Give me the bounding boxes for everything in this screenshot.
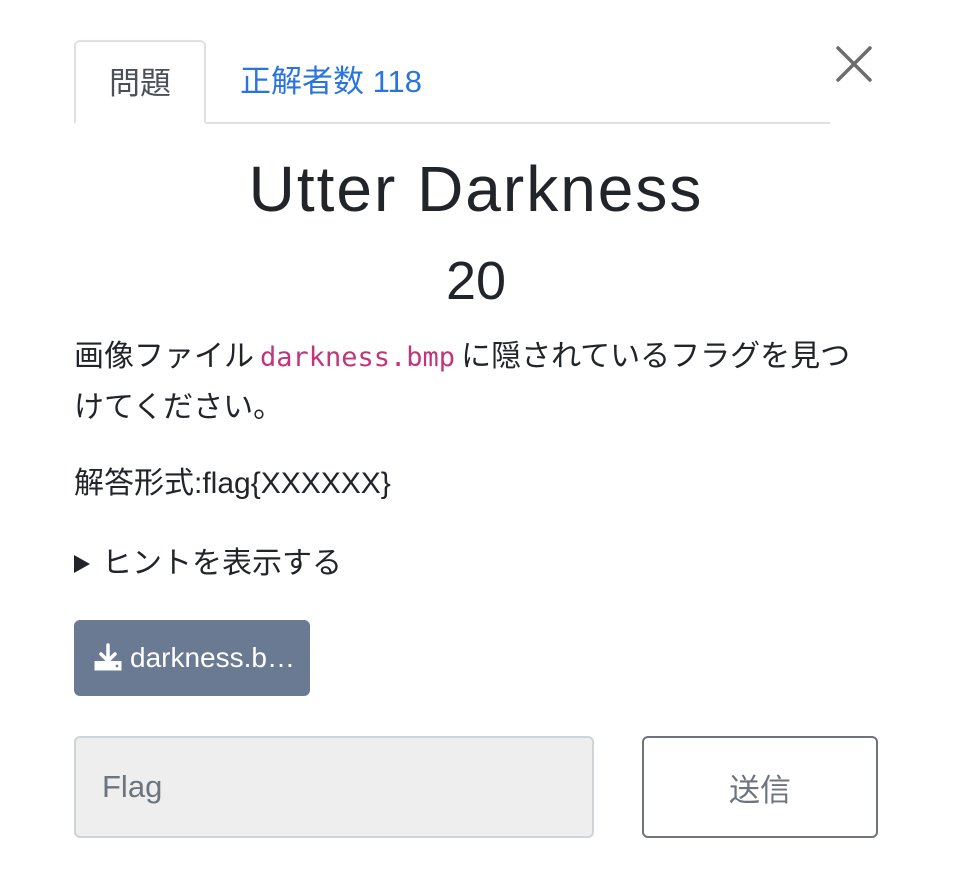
tab-challenge[interactable]: 問題 <box>74 40 206 124</box>
hint-label: ヒントを表示する <box>102 547 342 580</box>
download-file-button[interactable]: darkness.b… <box>74 620 310 696</box>
challenge-title: Utter Darkness <box>248 153 704 225</box>
tab-bar: 問題 正解者数 118 <box>74 40 830 124</box>
close-icon <box>836 46 872 82</box>
tab-solves[interactable]: 正解者数 118 <box>206 40 456 124</box>
hint-toggle[interactable]: ヒントを表示する <box>74 542 342 586</box>
description-filename: darkness.bmp <box>260 342 456 373</box>
challenge-modal: 問題 正解者数 118 Utter Darkness 20 画像ファイル dark… <box>0 0 958 882</box>
download-icon <box>92 643 124 673</box>
disclosure-triangle-icon <box>74 555 90 573</box>
close-button[interactable] <box>832 42 878 88</box>
answer-format: 解答形式:flag{XXXXXX} <box>74 467 391 500</box>
challenge-points: 20 <box>445 251 507 311</box>
description-text-pre: 画像ファイル <box>74 340 254 373</box>
download-file-label: darkness.b… <box>130 642 295 673</box>
challenge-description: 画像ファイル darkness.bmp に隠されているフラグを見つけてください。 <box>74 332 874 433</box>
flag-input[interactable] <box>74 736 594 838</box>
submit-button[interactable]: 送信 <box>642 736 878 838</box>
